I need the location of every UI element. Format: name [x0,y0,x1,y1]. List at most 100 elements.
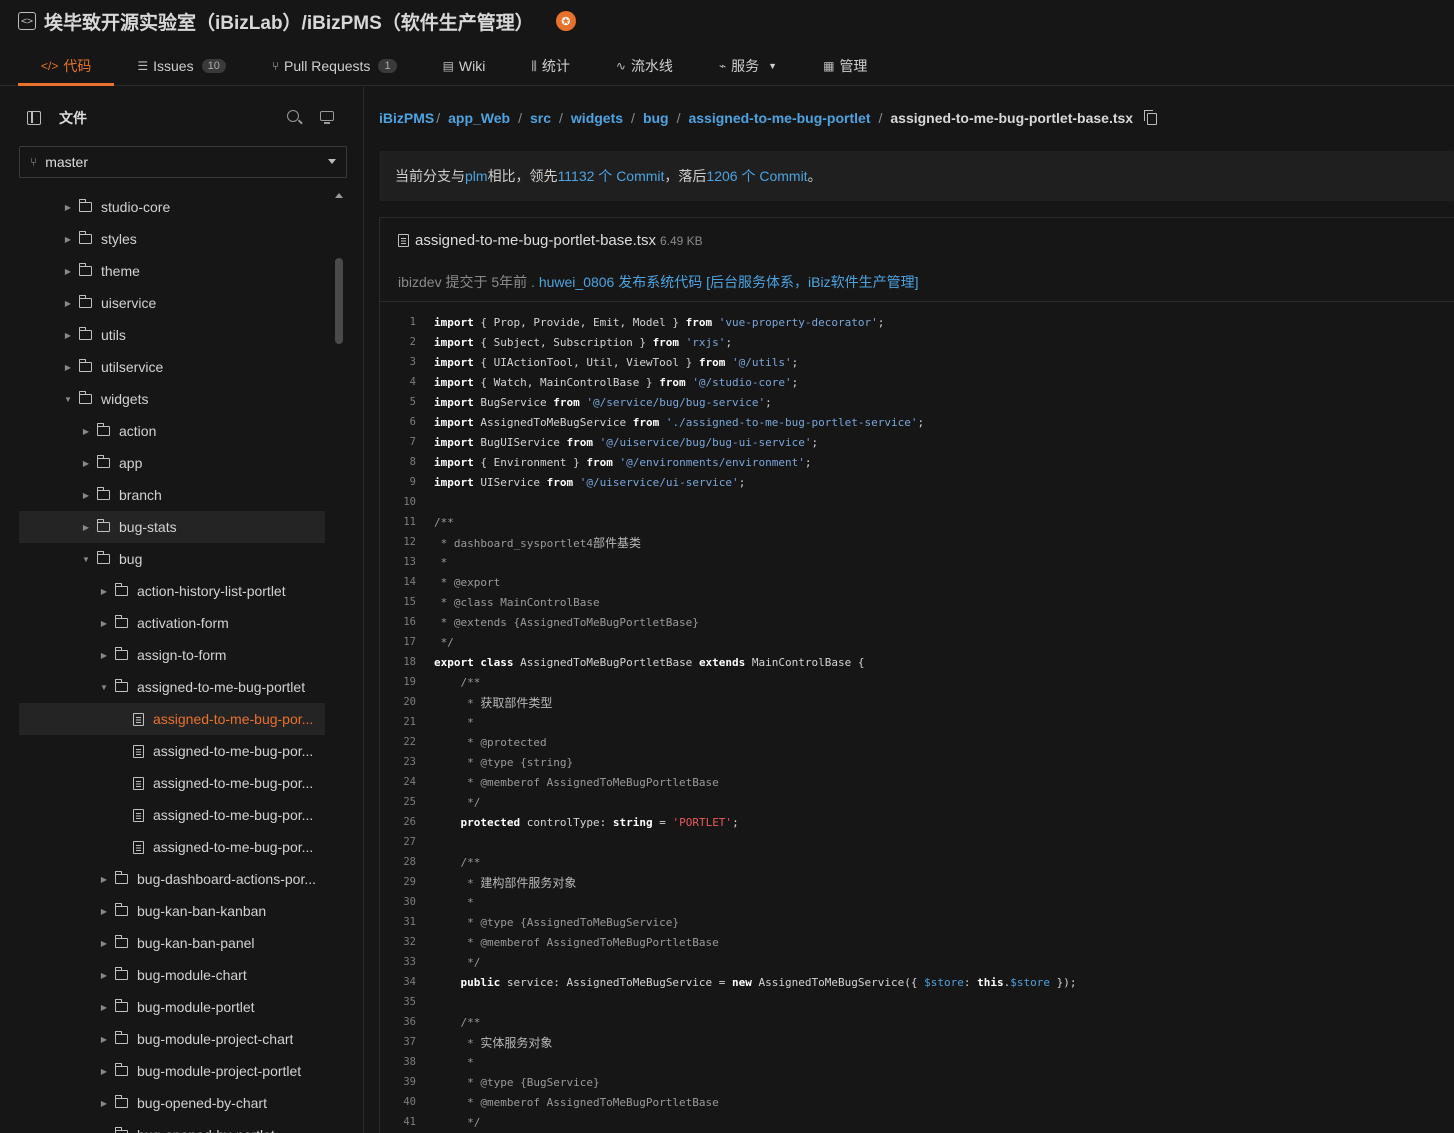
tab-2[interactable]: ⑂ Pull Requests 1 [249,46,420,86]
tree-folder-item[interactable]: ▼ assigned-to-me-bug-portlet [19,671,325,703]
tree-folder-item[interactable]: ▶ bug-stats [19,511,325,543]
line-number[interactable]: 35 [380,996,416,1008]
tab-0[interactable]: </> 代码 [18,46,115,86]
tree-folder-item[interactable]: ▶ activation-form [19,607,325,639]
behind-commits-link[interactable]: 1206 个 Commit [706,166,807,186]
tree-folder-item[interactable]: ▼ widgets [19,383,325,415]
tree-file-item[interactable]: assigned-to-me-bug-por... [19,703,325,735]
tree-folder-item[interactable]: ▶ action [19,415,325,447]
line-number[interactable]: 1 [380,316,416,328]
line-number[interactable]: 6 [380,416,416,428]
caret-down-icon[interactable]: ▼ [99,683,109,692]
line-number[interactable]: 31 [380,916,416,928]
compare-branch-link[interactable]: plm [465,168,488,184]
tree-file-item[interactable]: assigned-to-me-bug-por... [19,767,325,799]
copy-icon[interactable] [1144,110,1158,125]
caret-right-icon[interactable]: ▶ [81,459,91,468]
tree-folder-item[interactable]: ▶ bug-module-portlet [19,991,325,1023]
tree-folder-item[interactable]: ▶ bug-kan-ban-kanban [19,895,325,927]
search-icon[interactable] [287,110,299,122]
line-number[interactable]: 29 [380,876,416,888]
line-number[interactable]: 8 [380,456,416,468]
scrollbar-thumb[interactable] [335,258,343,344]
tree-folder-item[interactable]: ▶ bug-kan-ban-panel [19,927,325,959]
tab-3[interactable]: ▤ Wiki [420,46,509,86]
line-number[interactable]: 21 [380,716,416,728]
line-number[interactable]: 13 [380,556,416,568]
repo-title-text[interactable]: 埃毕致开源实验室（iBizLab）/iBizPMS（软件生产管理） [44,8,534,35]
line-number[interactable]: 34 [380,976,416,988]
gvp-badge-icon[interactable]: ✪ [555,11,576,31]
tab-1[interactable]: ☰ Issues 10 [114,46,248,86]
line-number[interactable]: 18 [380,656,416,668]
caret-right-icon[interactable]: ▶ [81,523,91,532]
line-number[interactable]: 38 [380,1056,416,1068]
caret-right-icon[interactable]: ▶ [63,331,73,340]
caret-down-icon[interactable]: ▼ [81,555,91,564]
line-number[interactable]: 41 [380,1116,416,1128]
caret-right-icon[interactable]: ▶ [99,875,109,884]
tab-5[interactable]: ∿ 流水线 [593,46,696,86]
caret-right-icon[interactable]: ▶ [99,1099,109,1108]
line-number[interactable]: 24 [380,776,416,788]
breadcrumb-link[interactable]: iBizPMS [379,110,434,126]
collapse-panel-icon[interactable] [27,111,41,125]
line-number[interactable]: 14 [380,576,416,588]
line-number[interactable]: 3 [380,356,416,368]
line-number[interactable]: 23 [380,756,416,768]
tree-folder-item[interactable]: ▶ bug-module-project-portlet [19,1055,325,1087]
line-number[interactable]: 17 [380,636,416,648]
line-number[interactable]: 2 [380,336,416,348]
line-number[interactable]: 40 [380,1096,416,1108]
caret-right-icon[interactable]: ▶ [63,235,73,244]
code-view[interactable]: 1 import { Prop, Provide, Emit, Model } f… [380,312,1454,1132]
caret-right-icon[interactable]: ▶ [99,619,109,628]
tree-folder-item[interactable]: ▶ action-history-list-portlet [19,575,325,607]
tree-scrollbar[interactable] [334,193,344,1133]
line-number[interactable]: 22 [380,736,416,748]
line-number[interactable]: 36 [380,1016,416,1028]
ahead-commits-link[interactable]: 11132 个 Commit [558,166,665,186]
line-number[interactable]: 7 [380,436,416,448]
caret-down-icon[interactable]: ▼ [63,395,73,404]
caret-right-icon[interactable]: ▶ [99,587,109,596]
breadcrumb-link[interactable]: widgets [571,110,623,126]
line-number[interactable]: 28 [380,856,416,868]
caret-right-icon[interactable]: ▶ [81,491,91,500]
tree-file-item[interactable]: assigned-to-me-bug-por... [19,831,325,863]
caret-right-icon[interactable]: ▶ [99,1067,109,1076]
tree-folder-item[interactable]: ▶ bug-dashboard-actions-por... [19,863,325,895]
breadcrumb-link[interactable]: app_Web [448,110,510,126]
tree-folder-item[interactable]: ▶ utilservice [19,351,325,383]
commit-message-link[interactable]: huwei_0806 发布系统代码 [后台服务体系，iBiz软件生产管理] [539,274,919,290]
line-number[interactable]: 27 [380,836,416,848]
line-number[interactable]: 9 [380,476,416,488]
line-number[interactable]: 10 [380,496,416,508]
tree-folder-item[interactable]: ▶ uiservice [19,287,325,319]
caret-right-icon[interactable]: ▶ [99,939,109,948]
branch-select[interactable]: ⑂ master [19,146,347,178]
tree-folder-item[interactable]: ▶ assign-to-form [19,639,325,671]
caret-right-icon[interactable]: ▶ [63,267,73,276]
line-number[interactable]: 19 [380,676,416,688]
caret-right-icon[interactable]: ▶ [81,427,91,436]
tree-folder-item[interactable]: ▶ branch [19,479,325,511]
line-number[interactable]: 25 [380,796,416,808]
tab-4[interactable]: ⫼ 统计 [508,46,593,86]
tree-folder-item[interactable]: ▶ styles [19,223,325,255]
caret-right-icon[interactable]: ▶ [99,651,109,660]
tree-folder-item[interactable]: ▶ bug-module-project-chart [19,1023,325,1055]
line-number[interactable]: 15 [380,596,416,608]
scroll-up-icon[interactable] [335,193,343,198]
line-number[interactable]: 33 [380,956,416,968]
breadcrumb-link[interactable]: bug [643,110,669,126]
line-number[interactable]: 32 [380,936,416,948]
line-number[interactable]: 4 [380,376,416,388]
tree-folder-item[interactable]: ▼ bug [19,543,325,575]
tab-7[interactable]: ▦ 管理 [800,46,890,86]
line-number[interactable]: 39 [380,1076,416,1088]
line-number[interactable]: 26 [380,816,416,828]
breadcrumb-link[interactable]: src [530,110,551,126]
tree-folder-item[interactable]: ▶ bug-opened-by-chart [19,1087,325,1119]
breadcrumb-link[interactable]: assigned-to-me-bug-portlet [688,110,870,126]
